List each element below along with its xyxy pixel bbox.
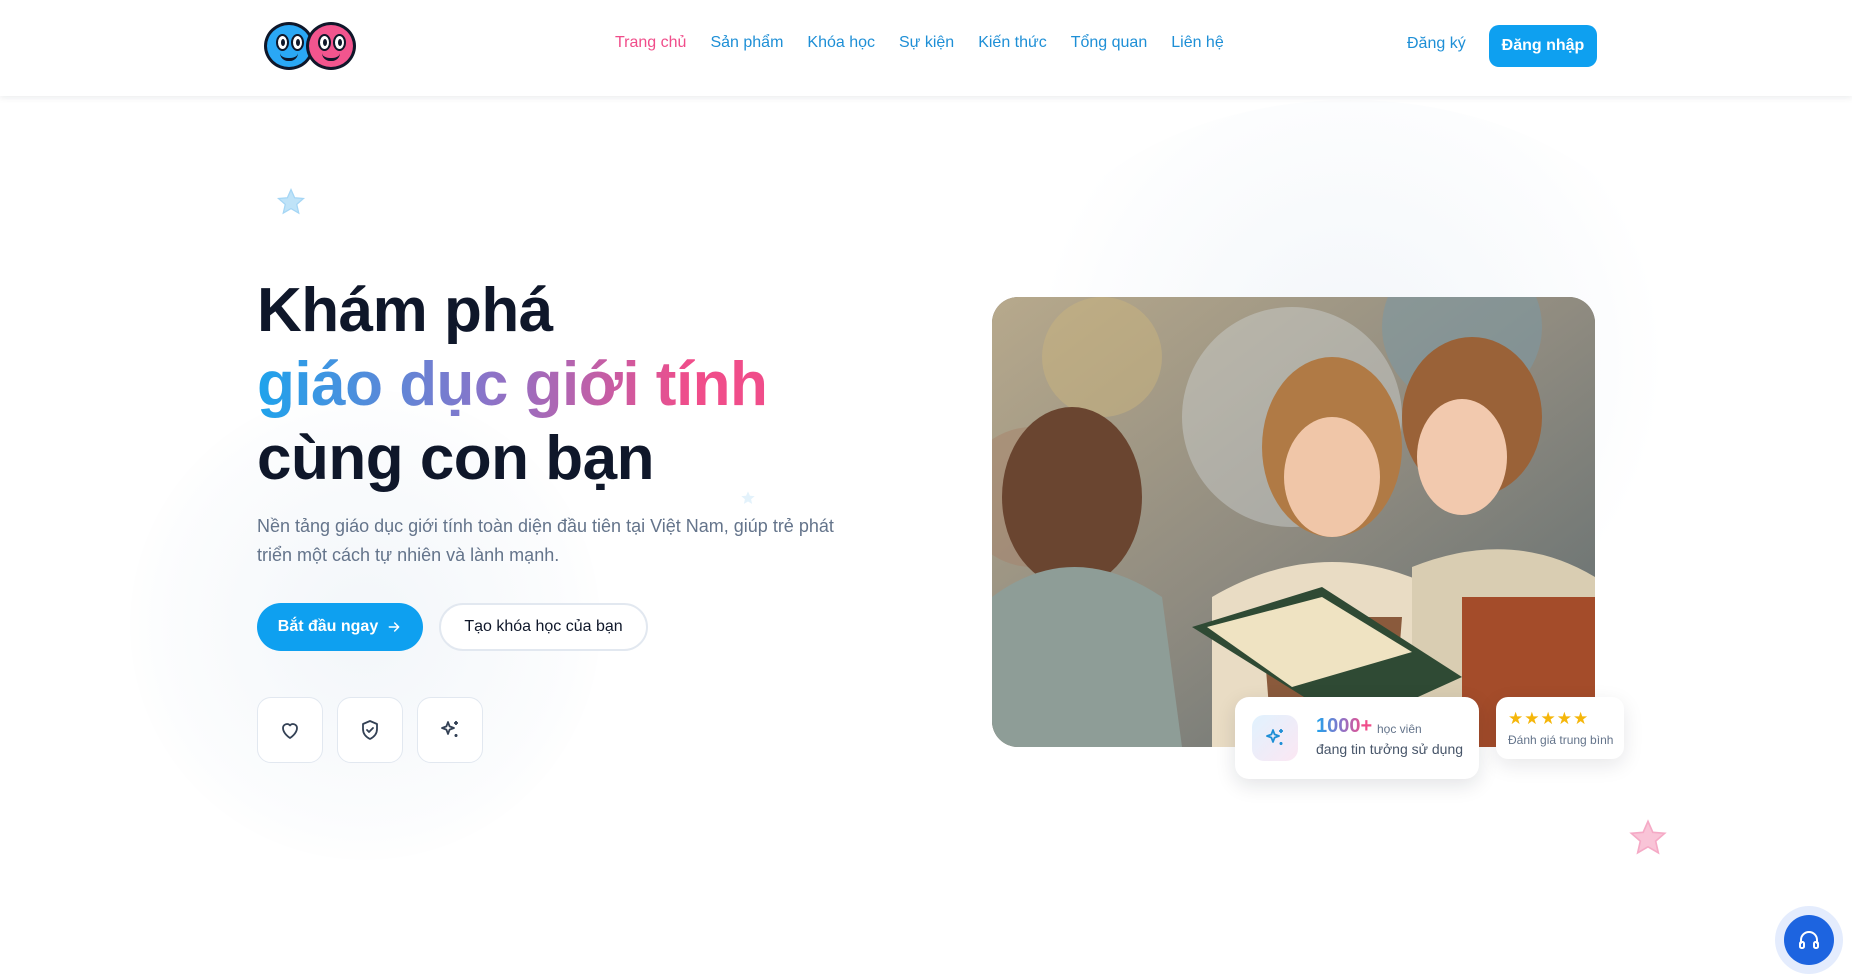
main-nav: Trang chủ Sản phẩm Khóa học Sự kiện Kiến… (615, 34, 1224, 52)
sparkles-icon (441, 721, 458, 737)
start-now-button[interactable]: Bắt đầu ngay (257, 603, 423, 651)
star-icon: ★ (1556, 709, 1573, 728)
hero-title-word: giáo (257, 350, 383, 419)
hero-title-word: giới (524, 350, 640, 419)
hero-title-word: tính (655, 350, 768, 419)
feature-heart-button[interactable] (257, 697, 323, 763)
star-icon: ★ (1508, 709, 1525, 728)
hero-title-line-3: cùng con bạn (257, 424, 655, 493)
logo-face-pink (306, 22, 356, 70)
rating-stars: ★★★★★ (1508, 709, 1589, 729)
stat-icon-container (1252, 715, 1298, 761)
students-stat-card: 1000+ học viên đang tin tưởng sử dụng (1235, 697, 1479, 779)
create-course-button[interactable]: Tạo khóa học của bạn (439, 603, 648, 651)
hero-subtitle: Nền tảng giáo dục giới tính toàn diện đầ… (257, 516, 834, 565)
nav-item-contact[interactable]: Liên hệ (1171, 34, 1224, 52)
feature-sparkles-button[interactable] (417, 697, 483, 763)
nav-item-products[interactable]: Sản phẩm (710, 34, 783, 52)
star-decoration-icon (276, 187, 306, 215)
star-icon: ★ (1540, 709, 1557, 728)
painting-girls-reading-image (992, 297, 1595, 747)
students-count: 1000+ (1316, 715, 1373, 737)
hero-image (992, 297, 1595, 747)
star-decoration-icon (741, 491, 755, 504)
support-button-inner (1784, 915, 1834, 965)
arrow-right-icon (388, 622, 400, 632)
nav-item-knowledge[interactable]: Kiến thức (978, 34, 1047, 52)
nav-item-events[interactable]: Sự kiện (899, 34, 954, 52)
feature-shield-button[interactable] (337, 697, 403, 763)
students-description: đang tin tưởng sử dụng (1316, 741, 1464, 757)
star-icon: ★ (1524, 709, 1541, 728)
star-decoration-icon (1629, 819, 1667, 855)
star-icon: ★ (1573, 709, 1590, 728)
signup-link[interactable]: Đăng ký (1407, 35, 1466, 53)
support-chat-button[interactable] (1775, 906, 1843, 974)
hero-title-line-2: giáo dục giới tính (257, 348, 767, 422)
nav-item-courses[interactable]: Khóa học (807, 34, 875, 52)
headphones-icon (1799, 931, 1819, 949)
students-unit: học viên (1377, 722, 1422, 736)
nav-item-home[interactable]: Trang chủ (615, 34, 686, 52)
logo[interactable] (262, 20, 362, 72)
start-now-label: Bắt đầu ngay (277, 618, 379, 635)
nav-item-overview[interactable]: Tổng quan (1071, 34, 1148, 52)
sparkles-icon (1266, 729, 1283, 745)
site-header: Trang chủ Sản phẩm Khóa học Sự kiện Kiến… (0, 0, 1852, 96)
rating-label: Đánh giá trung bình (1508, 733, 1614, 747)
heart-icon (282, 723, 298, 739)
shield-check-icon (362, 720, 378, 740)
hero-title-line-1: Khám phá (257, 276, 553, 345)
login-button[interactable]: Đăng nhập (1489, 25, 1597, 67)
hero-title-word: dục (399, 350, 508, 419)
rating-card: ★★★★★ Đánh giá trung bình (1496, 697, 1624, 759)
